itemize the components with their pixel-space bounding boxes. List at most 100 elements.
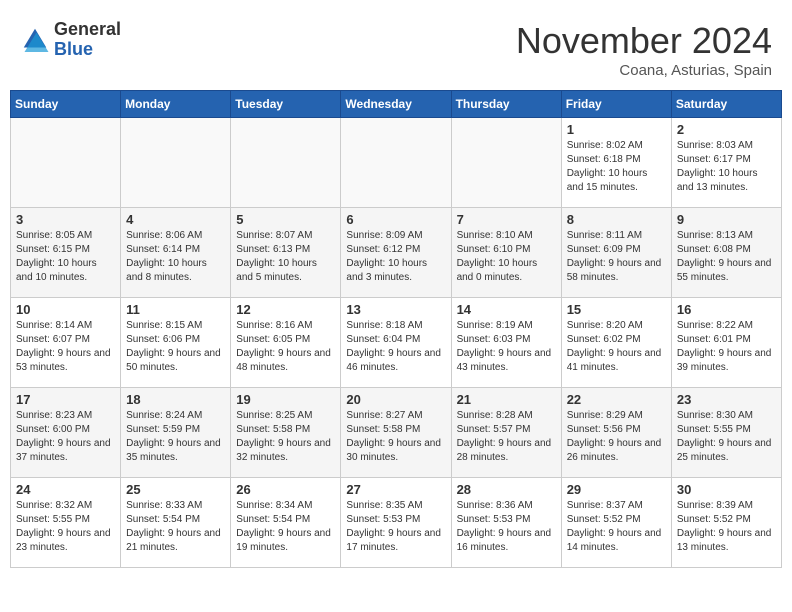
day-number: 26 <box>236 482 335 497</box>
month-title: November 2024 <box>516 20 772 62</box>
day-number: 5 <box>236 212 335 227</box>
day-number: 19 <box>236 392 335 407</box>
day-number: 8 <box>567 212 666 227</box>
day-info: Sunrise: 8:09 AM Sunset: 6:12 PM Dayligh… <box>346 229 445 285</box>
day-info: Sunrise: 8:07 AM Sunset: 6:13 PM Dayligh… <box>236 229 335 285</box>
calendar-cell: 1Sunrise: 8:02 AM Sunset: 6:18 PM Daylig… <box>561 118 671 208</box>
title-block: November 2024 Coana, Asturias, Spain <box>516 20 772 79</box>
day-number: 17 <box>16 392 115 407</box>
day-number: 7 <box>457 212 556 227</box>
day-info: Sunrise: 8:22 AM Sunset: 6:01 PM Dayligh… <box>677 319 776 375</box>
day-info: Sunrise: 8:06 AM Sunset: 6:14 PM Dayligh… <box>126 229 225 285</box>
calendar-cell: 23 Sunrise: 8:30 AM Sunset: 5:55 PM Dayli… <box>671 388 781 478</box>
calendar-cell: 21Sunrise: 8:28 AM Sunset: 5:57 PM Dayli… <box>451 388 561 478</box>
day-number: 9 <box>677 212 776 227</box>
weekday-header: Sunday <box>11 91 121 118</box>
day-info: Sunrise: 8:33 AM Sunset: 5:54 PM Dayligh… <box>126 499 225 555</box>
day-info: Sunrise: 8:39 AM Sunset: 5:52 PM Dayligh… <box>677 499 776 555</box>
day-number: 3 <box>16 212 115 227</box>
calendar-cell: 5 Sunrise: 8:07 AM Sunset: 6:13 PM Daylig… <box>231 208 341 298</box>
day-info: Sunrise: 8:19 AM Sunset: 6:03 PM Dayligh… <box>457 319 556 375</box>
day-number: 30 <box>677 482 776 497</box>
calendar-cell: 16 Sunrise: 8:22 AM Sunset: 6:01 PM Dayli… <box>671 298 781 388</box>
day-number: 15 <box>567 302 666 317</box>
day-number: 20 <box>346 392 445 407</box>
day-info: Sunrise: 8:35 AM Sunset: 5:53 PM Dayligh… <box>346 499 445 555</box>
day-info: Sunrise: 8:03 AM Sunset: 6:17 PM Dayligh… <box>677 139 776 195</box>
calendar-cell: 3 Sunrise: 8:05 AM Sunset: 6:15 PM Daylig… <box>11 208 121 298</box>
day-number: 27 <box>346 482 445 497</box>
logo: General Blue <box>20 20 121 60</box>
day-number: 6 <box>346 212 445 227</box>
calendar-cell: 28Sunrise: 8:36 AM Sunset: 5:53 PM Dayli… <box>451 478 561 568</box>
day-info: Sunrise: 8:37 AM Sunset: 5:52 PM Dayligh… <box>567 499 666 555</box>
weekday-header: Saturday <box>671 91 781 118</box>
calendar-cell: 27 Sunrise: 8:35 AM Sunset: 5:53 PM Dayli… <box>341 478 451 568</box>
day-info: Sunrise: 8:11 AM Sunset: 6:09 PM Dayligh… <box>567 229 666 285</box>
calendar-cell <box>11 118 121 208</box>
calendar-cell: 14Sunrise: 8:19 AM Sunset: 6:03 PM Dayli… <box>451 298 561 388</box>
day-number: 23 <box>677 392 776 407</box>
logo-text: General Blue <box>54 20 121 60</box>
day-info: Sunrise: 8:29 AM Sunset: 5:56 PM Dayligh… <box>567 409 666 465</box>
day-number: 1 <box>567 122 666 137</box>
weekday-header: Thursday <box>451 91 561 118</box>
calendar-cell <box>121 118 231 208</box>
day-info: Sunrise: 8:27 AM Sunset: 5:58 PM Dayligh… <box>346 409 445 465</box>
calendar-cell: 10Sunrise: 8:14 AM Sunset: 6:07 PM Dayli… <box>11 298 121 388</box>
location: Coana, Asturias, Spain <box>516 62 772 79</box>
calendar-cell: 13Sunrise: 8:18 AM Sunset: 6:04 PM Dayli… <box>341 298 451 388</box>
day-info: Sunrise: 8:15 AM Sunset: 6:06 PM Dayligh… <box>126 319 225 375</box>
calendar-cell: 9 Sunrise: 8:13 AM Sunset: 6:08 PM Daylig… <box>671 208 781 298</box>
calendar-cell: 2 Sunrise: 8:03 AM Sunset: 6:17 PM Daylig… <box>671 118 781 208</box>
weekday-header: Monday <box>121 91 231 118</box>
calendar-week-row: 1Sunrise: 8:02 AM Sunset: 6:18 PM Daylig… <box>11 118 782 208</box>
day-info: Sunrise: 8:30 AM Sunset: 5:55 PM Dayligh… <box>677 409 776 465</box>
calendar-week-row: 3 Sunrise: 8:05 AM Sunset: 6:15 PM Daylig… <box>11 208 782 298</box>
calendar-cell: 29 Sunrise: 8:37 AM Sunset: 5:52 PM Dayli… <box>561 478 671 568</box>
calendar-cell: 30 Sunrise: 8:39 AM Sunset: 5:52 PM Dayli… <box>671 478 781 568</box>
page-header: General Blue November 2024 Coana, Asturi… <box>10 10 782 84</box>
calendar-cell: 25 Sunrise: 8:33 AM Sunset: 5:54 PM Dayli… <box>121 478 231 568</box>
day-info: Sunrise: 8:05 AM Sunset: 6:15 PM Dayligh… <box>16 229 115 285</box>
day-info: Sunrise: 8:13 AM Sunset: 6:08 PM Dayligh… <box>677 229 776 285</box>
weekday-header: Friday <box>561 91 671 118</box>
day-number: 25 <box>126 482 225 497</box>
calendar-cell <box>451 118 561 208</box>
weekday-header: Wednesday <box>341 91 451 118</box>
day-info: Sunrise: 8:24 AM Sunset: 5:59 PM Dayligh… <box>126 409 225 465</box>
day-number: 24 <box>16 482 115 497</box>
calendar-cell: 15Sunrise: 8:20 AM Sunset: 6:02 PM Dayli… <box>561 298 671 388</box>
calendar-cell: 26Sunrise: 8:34 AM Sunset: 5:54 PM Dayli… <box>231 478 341 568</box>
calendar-cell: 24Sunrise: 8:32 AM Sunset: 5:55 PM Dayli… <box>11 478 121 568</box>
day-info: Sunrise: 8:16 AM Sunset: 6:05 PM Dayligh… <box>236 319 335 375</box>
weekday-header-row: SundayMondayTuesdayWednesdayThursdayFrid… <box>11 91 782 118</box>
calendar-cell: 8 Sunrise: 8:11 AM Sunset: 6:09 PM Daylig… <box>561 208 671 298</box>
calendar-cell: 11Sunrise: 8:15 AM Sunset: 6:06 PM Dayli… <box>121 298 231 388</box>
day-info: Sunrise: 8:10 AM Sunset: 6:10 PM Dayligh… <box>457 229 556 285</box>
weekday-header: Tuesday <box>231 91 341 118</box>
day-number: 22 <box>567 392 666 407</box>
calendar-week-row: 17 Sunrise: 8:23 AM Sunset: 6:00 PM Dayli… <box>11 388 782 478</box>
day-number: 21 <box>457 392 556 407</box>
calendar-cell: 22 Sunrise: 8:29 AM Sunset: 5:56 PM Dayli… <box>561 388 671 478</box>
calendar-cell: 7 Sunrise: 8:10 AM Sunset: 6:10 PM Daylig… <box>451 208 561 298</box>
calendar-cell: 18Sunrise: 8:24 AM Sunset: 5:59 PM Dayli… <box>121 388 231 478</box>
day-info: Sunrise: 8:23 AM Sunset: 6:00 PM Dayligh… <box>16 409 115 465</box>
day-info: Sunrise: 8:18 AM Sunset: 6:04 PM Dayligh… <box>346 319 445 375</box>
day-info: Sunrise: 8:14 AM Sunset: 6:07 PM Dayligh… <box>16 319 115 375</box>
calendar-cell <box>341 118 451 208</box>
logo-icon <box>20 25 50 55</box>
calendar-week-row: 24Sunrise: 8:32 AM Sunset: 5:55 PM Dayli… <box>11 478 782 568</box>
day-number: 4 <box>126 212 225 227</box>
day-number: 29 <box>567 482 666 497</box>
calendar-cell: 4 Sunrise: 8:06 AM Sunset: 6:14 PM Daylig… <box>121 208 231 298</box>
day-info: Sunrise: 8:25 AM Sunset: 5:58 PM Dayligh… <box>236 409 335 465</box>
calendar-cell: 20 Sunrise: 8:27 AM Sunset: 5:58 PM Dayli… <box>341 388 451 478</box>
day-number: 2 <box>677 122 776 137</box>
day-number: 16 <box>677 302 776 317</box>
calendar-cell: 17 Sunrise: 8:23 AM Sunset: 6:00 PM Dayli… <box>11 388 121 478</box>
day-number: 12 <box>236 302 335 317</box>
calendar-table: SundayMondayTuesdayWednesdayThursdayFrid… <box>10 90 782 568</box>
calendar-cell: 6 Sunrise: 8:09 AM Sunset: 6:12 PM Daylig… <box>341 208 451 298</box>
